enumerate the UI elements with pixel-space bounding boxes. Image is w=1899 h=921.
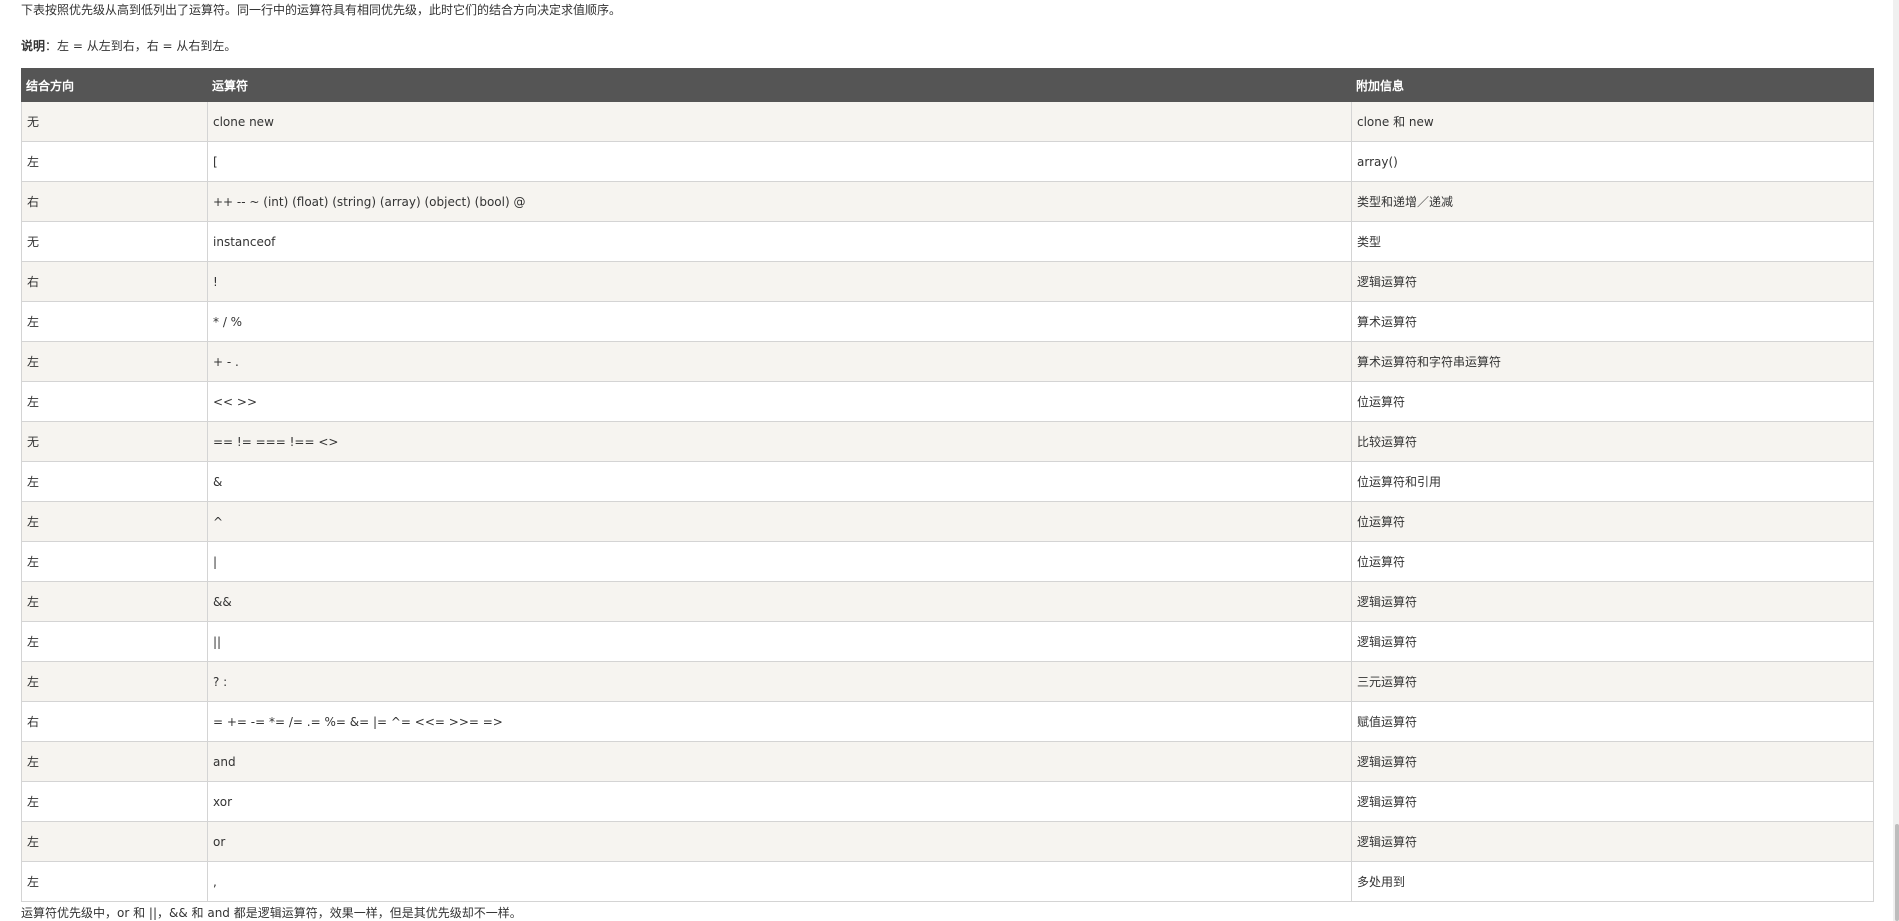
cell-info: 逻辑运算符 xyxy=(1351,781,1874,822)
cell-operator: & xyxy=(207,461,1352,502)
cell-assoc: 右 xyxy=(21,701,208,742)
footnote: 运算符优先级中，or 和 ||，&& 和 and 都是逻辑运算符，效果一样，但是… xyxy=(21,906,522,920)
cell-assoc: 左 xyxy=(21,501,208,542)
note-label: 说明 xyxy=(21,39,46,53)
cell-assoc: 左 xyxy=(21,861,208,902)
table-row: 左 * / % 算术运算符 xyxy=(21,301,1874,342)
cell-assoc: 左 xyxy=(21,381,208,422)
cell-assoc: 左 xyxy=(21,541,208,582)
cell-assoc: 无 xyxy=(21,101,208,142)
table-row: 左[array() xyxy=(21,141,1874,182)
cell-operator: ? : xyxy=(207,661,1352,702)
cell-info: 逻辑运算符 xyxy=(1351,821,1874,862)
cell-info: array() xyxy=(1351,141,1874,182)
cell-assoc: 左 xyxy=(21,581,208,622)
cell-info: 三元运算符 xyxy=(1351,661,1874,702)
table-header-row: 结合方向 运算符 附加信息 xyxy=(21,68,1874,102)
scrollbar-thumb[interactable] xyxy=(1895,824,1899,921)
cell-assoc: 左 xyxy=(21,341,208,382)
cell-operator: instanceof xyxy=(207,221,1352,262)
cell-operator: or xyxy=(207,821,1352,862)
cell-assoc: 右 xyxy=(21,181,208,222)
cell-operator: and xyxy=(207,741,1352,782)
cell-info: 逻辑运算符 xyxy=(1351,581,1874,622)
cell-assoc: 左 xyxy=(21,621,208,662)
cell-info: 位运算符 xyxy=(1351,381,1874,422)
cell-operator: | xyxy=(207,541,1352,582)
cell-operator: xor xyxy=(207,781,1352,822)
cell-operator: ^ xyxy=(207,501,1352,542)
page: 下表按照优先级从高到低列出了运算符。同一行中的运算符具有相同优先级，此时它们的结… xyxy=(0,0,1899,921)
header-operator: 运算符 xyxy=(207,68,1352,102)
vertical-scrollbar[interactable] xyxy=(1893,0,1899,921)
cell-info: 多处用到 xyxy=(1351,861,1874,902)
table-row: 左, 多处用到 xyxy=(21,861,1874,902)
cell-operator: ++ -- ~ (int) (float) (string) (array) (… xyxy=(207,181,1352,222)
cell-assoc: 左 xyxy=(21,661,208,702)
cell-assoc: 无 xyxy=(21,421,208,462)
table-row: 右 = += -= *= /= .= %= &= |= ^= <<= >>= =>… xyxy=(21,701,1874,742)
header-assoc: 结合方向 xyxy=(21,68,208,102)
cell-info: clone 和 new xyxy=(1351,101,1874,142)
table-row: 右! 逻辑运算符 xyxy=(21,261,1874,302)
table-row: 左 and 逻辑运算符 xyxy=(21,741,1874,782)
cell-info: 类型和递增／递减 xyxy=(1351,181,1874,222)
table-row: 左 + - . 算术运算符和字符串运算符 xyxy=(21,341,1874,382)
table-row: 无 instanceof 类型 xyxy=(21,221,1874,262)
header-info: 附加信息 xyxy=(1351,68,1874,102)
cell-info: 位运算符和引用 xyxy=(1351,461,1874,502)
table-row: 左 or 逻辑运算符 xyxy=(21,821,1874,862)
operator-precedence-table: 结合方向 运算符 附加信息 无 clone new clone 和 new 左[arr… xyxy=(21,68,1874,902)
cell-assoc: 左 xyxy=(21,461,208,502)
table-row: 左 ^ 位运算符 xyxy=(21,501,1874,542)
cell-operator: = += -= *= /= .= %= &= |= ^= <<= >>= => xyxy=(207,701,1352,742)
intro-paragraph: 下表按照优先级从高到低列出了运算符。同一行中的运算符具有相同优先级，此时它们的结… xyxy=(21,3,622,17)
cell-info: 逻辑运算符 xyxy=(1351,621,1874,662)
cell-operator: , xyxy=(207,861,1352,902)
cell-operator: || xyxy=(207,621,1352,662)
table-row: 左 & 位运算符和引用 xyxy=(21,461,1874,502)
table-row: 右 ++ -- ~ (int) (float) (string) (array) … xyxy=(21,181,1874,222)
cell-operator: * / % xyxy=(207,301,1352,342)
table-row: 左 || 逻辑运算符 xyxy=(21,621,1874,662)
table-row: 无 == != === !== <> 比较运算符 xyxy=(21,421,1874,462)
cell-assoc: 右 xyxy=(21,261,208,302)
cell-assoc: 左 xyxy=(21,821,208,862)
cell-info: 比较运算符 xyxy=(1351,421,1874,462)
cell-assoc: 无 xyxy=(21,221,208,262)
table-row: 左 | 位运算符 xyxy=(21,541,1874,582)
note-text: ：左 = 从左到右，右 = 从右到左。 xyxy=(45,39,237,53)
cell-assoc: 左 xyxy=(21,301,208,342)
cell-operator: + - . xyxy=(207,341,1352,382)
table-row: 无 clone new clone 和 new xyxy=(21,101,1874,142)
cell-operator: == != === !== <> xyxy=(207,421,1352,462)
cell-info: 类型 xyxy=(1351,221,1874,262)
cell-info: 位运算符 xyxy=(1351,501,1874,542)
cell-assoc: 左 xyxy=(21,781,208,822)
cell-operator: << >> xyxy=(207,381,1352,422)
table-body: 无 clone new clone 和 new 左[array() 右 ++ -- ~ (… xyxy=(21,101,1874,902)
cell-info: 赋值运算符 xyxy=(1351,701,1874,742)
cell-info: 位运算符 xyxy=(1351,541,1874,582)
cell-info: 逻辑运算符 xyxy=(1351,261,1874,302)
cell-assoc: 左 xyxy=(21,141,208,182)
cell-operator: && xyxy=(207,581,1352,622)
table-row: 左 << >> 位运算符 xyxy=(21,381,1874,422)
cell-info: 算术运算符 xyxy=(1351,301,1874,342)
cell-operator: [ xyxy=(207,141,1352,182)
cell-operator: ! xyxy=(207,261,1352,302)
cell-info: 算术运算符和字符串运算符 xyxy=(1351,341,1874,382)
note-paragraph: 说明：左 = 从左到右，右 = 从右到左。 xyxy=(21,35,236,57)
table-row: 左 xor 逻辑运算符 xyxy=(21,781,1874,822)
table-row: 左 && 逻辑运算符 xyxy=(21,581,1874,622)
cell-assoc: 左 xyxy=(21,741,208,782)
cell-operator: clone new xyxy=(207,101,1352,142)
cell-info: 逻辑运算符 xyxy=(1351,741,1874,782)
table-row: 左? : 三元运算符 xyxy=(21,661,1874,702)
